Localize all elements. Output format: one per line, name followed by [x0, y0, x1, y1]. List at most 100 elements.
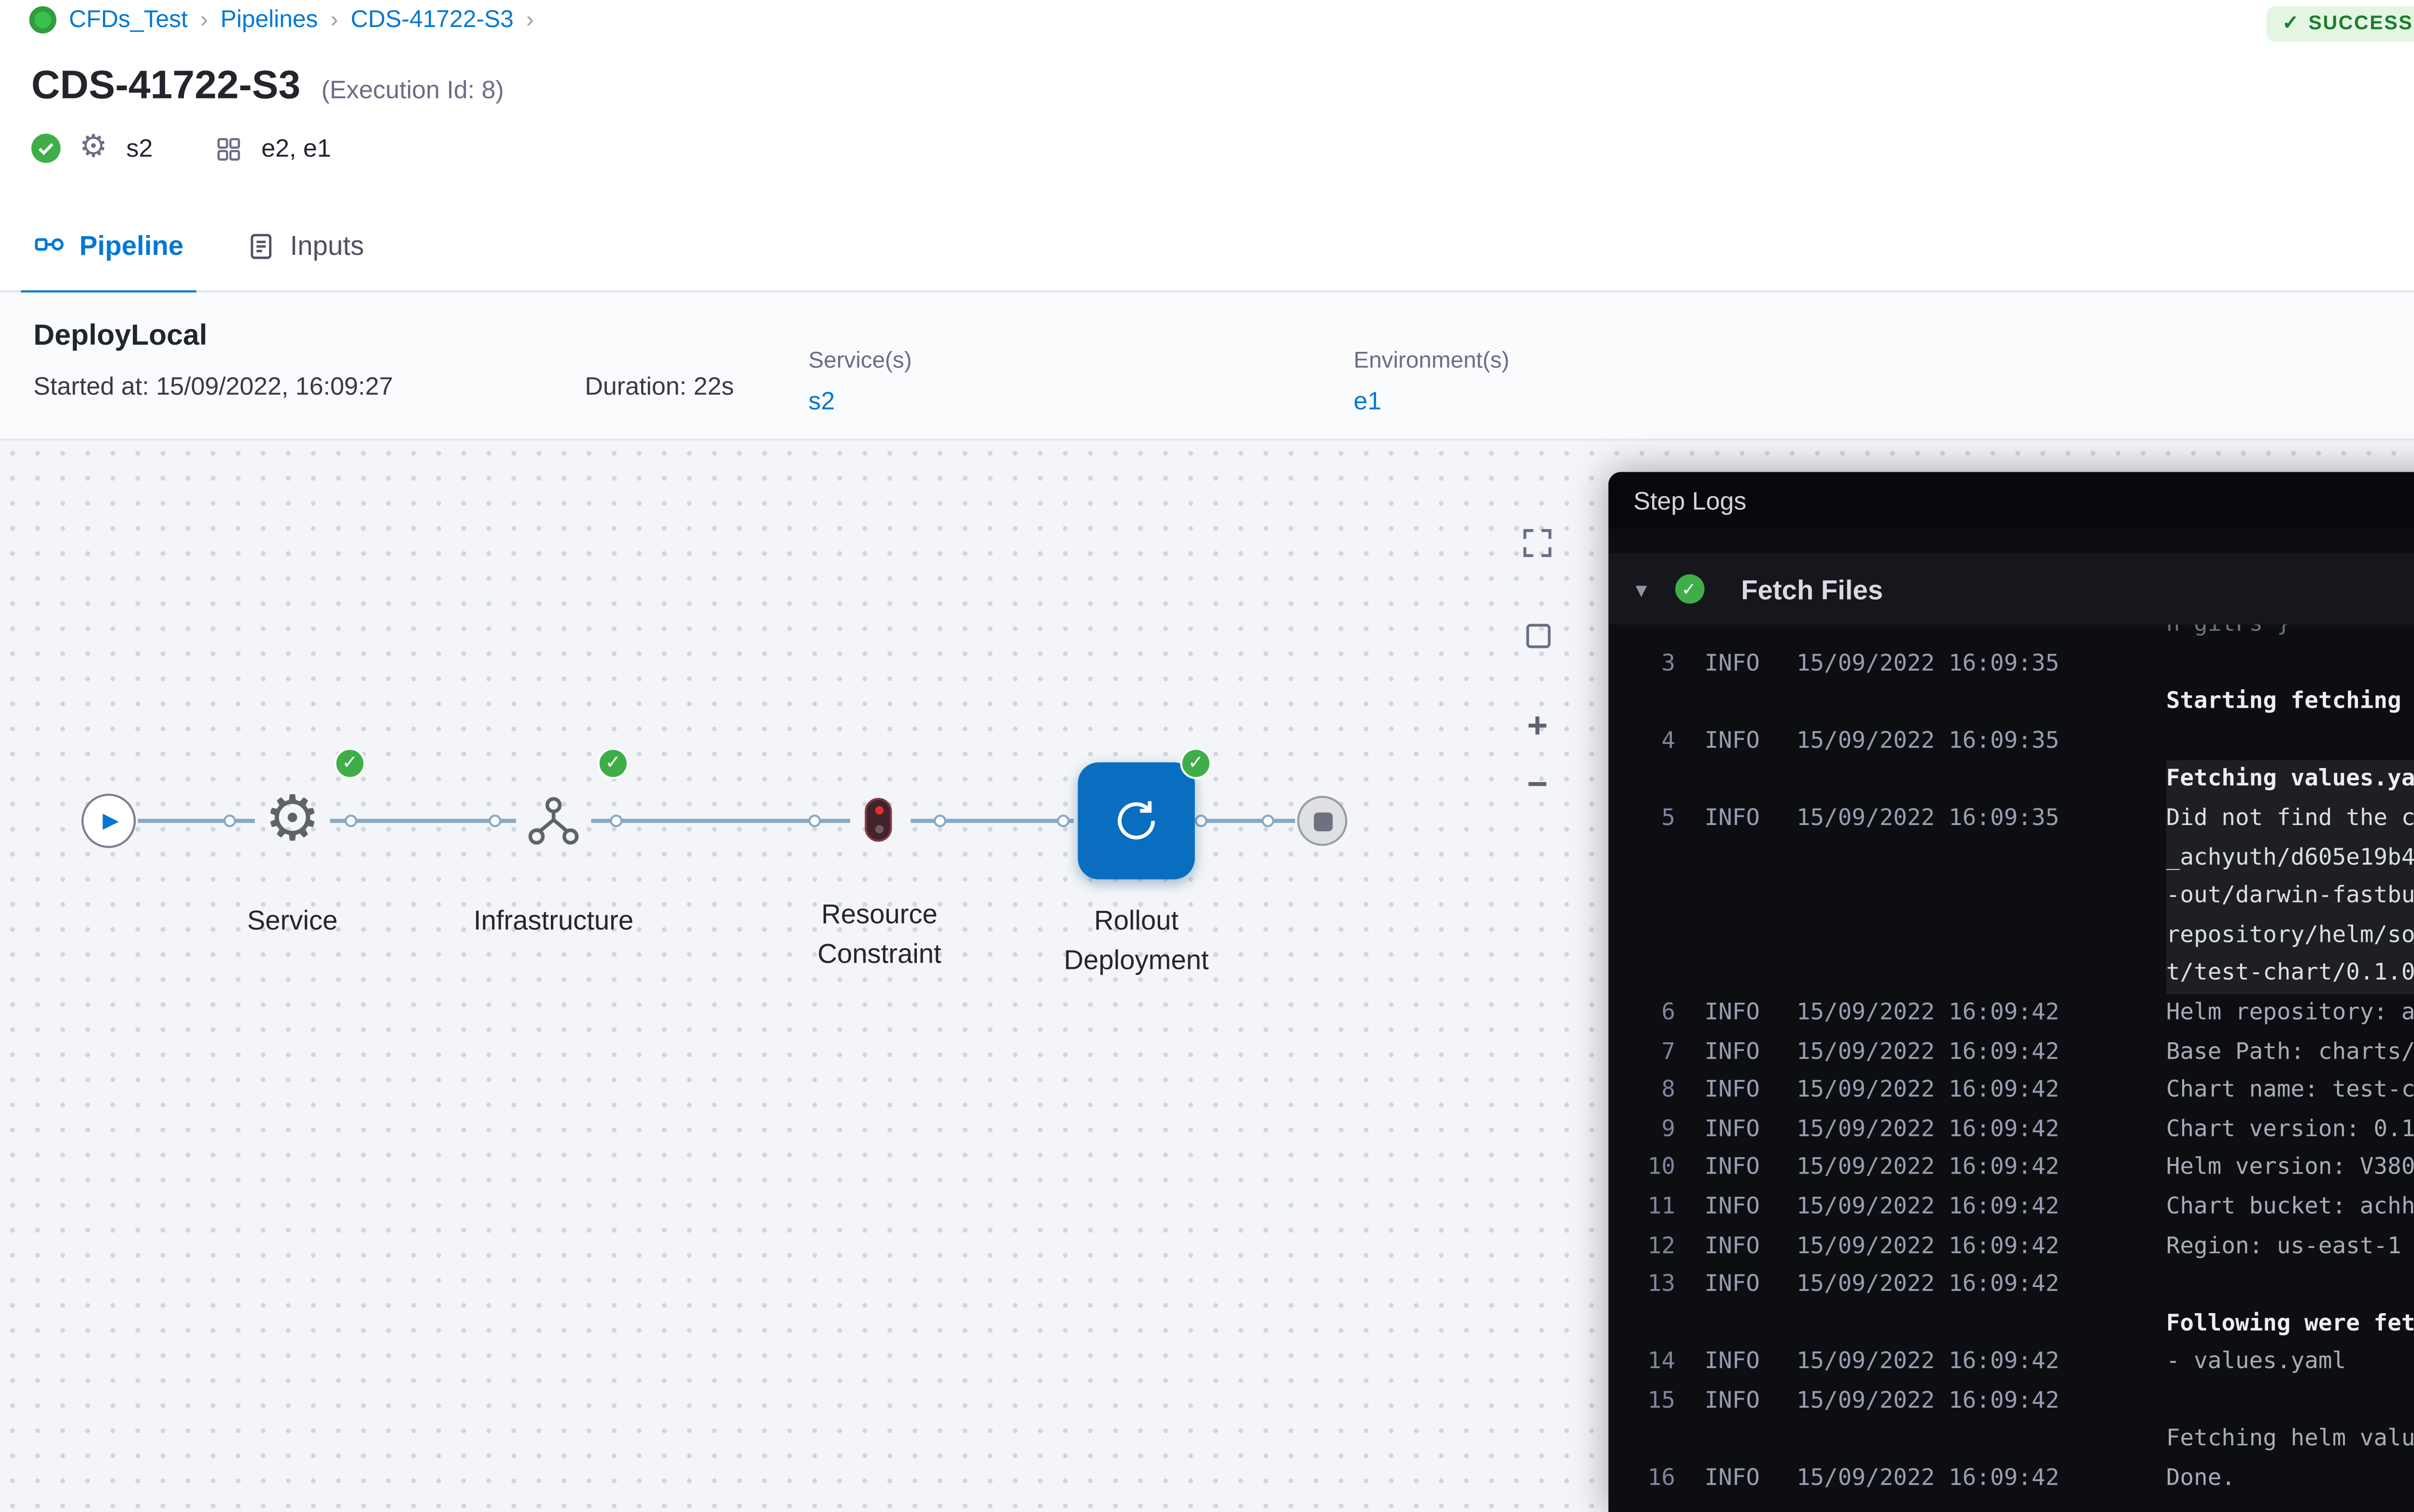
log-row: 7INFO15/09/2022 16:09:42Base Path: chart…	[1608, 1033, 2414, 1072]
breadcrumb: CFDs_Test › Pipelines › CDS-41722-S3 ›	[29, 6, 534, 33]
log-row: Fetching values.yaml from helm chart rep…	[1608, 761, 2414, 799]
step-logs-panel: Step Logs Console View ▾ ✓ Fetch Files ↑	[1608, 472, 2414, 1512]
log-row: 14INFO15/09/2022 16:09:42- values.yaml	[1608, 1344, 2414, 1382]
log-row: repository/helm/source/93602db7-89f2-317…	[1608, 916, 2414, 955]
service-link[interactable]: s2	[808, 386, 835, 416]
page-title: CDS-41722-S3	[31, 65, 300, 111]
log-row: 6INFO15/09/2022 16:09:42Helm repository:…	[1608, 994, 2414, 1033]
step-success-icon: ✓	[1674, 574, 1704, 604]
tab-pipeline[interactable]: Pipeline	[33, 199, 183, 291]
log-row: 15INFO15/09/2022 16:09:42	[1608, 1383, 2414, 1421]
status-text: SUCCESS	[2308, 12, 2413, 35]
chevron-down-icon[interactable]: ▾	[1636, 575, 1647, 602]
title-row: CDS-41722-S3 (Execution Id: 8)	[31, 65, 504, 111]
services-icon: ⚙	[79, 134, 107, 163]
edge-dot	[224, 814, 236, 827]
rollout-success-icon: ✓	[1180, 748, 1211, 779]
edge-dot	[1262, 814, 1274, 827]
play-icon: ▶	[103, 810, 119, 833]
log-row: 10INFO15/09/2022 16:09:42Helm version: V…	[1608, 1149, 2414, 1188]
stage-duration: Duration: 22s	[585, 372, 734, 401]
infrastructure-node[interactable]	[518, 785, 589, 856]
edge-dot	[345, 814, 357, 827]
rollout-deployment-node[interactable]	[1078, 762, 1194, 879]
log-row: Following were fetched successfully :	[1608, 1305, 2414, 1344]
breadcrumb-separator-icon: ›	[331, 7, 338, 32]
tab-pipeline-label: Pipeline	[79, 230, 183, 261]
node-label-infrastructure: Infrastructure	[445, 902, 662, 942]
edge-dot	[934, 814, 946, 827]
start-node[interactable]: ▶	[82, 794, 136, 848]
success-check-icon	[31, 134, 61, 163]
breadcrumb-pipelines[interactable]: Pipelines	[221, 7, 318, 32]
log-row: 12INFO15/09/2022 16:09:42Region: us-east…	[1608, 1227, 2414, 1266]
service-name: s2	[126, 134, 153, 163]
log-row: 11INFO15/09/2022 16:09:42Chart bucket: a…	[1608, 1188, 2414, 1227]
execution-id: (Execution Id: 8)	[322, 75, 504, 105]
app: CFDs_Test › Pipelines › CDS-41722-S3 › ✓…	[0, 0, 2414, 1512]
breadcrumb-pipeline[interactable]: CDS-41722-S3	[351, 7, 513, 32]
project-icon	[29, 6, 56, 33]
log-panel-title: Step Logs	[1633, 486, 1746, 515]
services-label: Service(s)	[808, 349, 912, 374]
edge-dot	[808, 814, 821, 827]
tab-inputs[interactable]: Inputs	[246, 199, 364, 291]
infrastructure-success-icon: ✓	[597, 748, 629, 779]
canvas-reset-view-button[interactable]	[1516, 614, 1558, 656]
stop-icon	[1313, 812, 1332, 830]
node-label-resource-constraint: Resource Constraint	[771, 896, 988, 975]
environment-link[interactable]: e1	[1354, 386, 1382, 416]
step-title: Fetch Files	[1741, 574, 1883, 605]
log-row: Starting fetching Helm values	[1608, 684, 2414, 722]
breadcrumb-project[interactable]: CFDs_Test	[69, 7, 188, 32]
execution-meta: ⚙ s2 e2, e1	[31, 134, 331, 163]
environments-icon	[215, 135, 242, 162]
log-row: -out/darwin-fastbuild/bin/260-delegate/e…	[1608, 878, 2414, 916]
pipeline-icon	[33, 230, 65, 261]
environment-names: e2, e1	[261, 134, 331, 163]
log-row: t/test-chart/0.1.0	[1608, 955, 2414, 994]
service-success-icon: ✓	[334, 748, 365, 779]
resource-constraint-node[interactable]	[865, 798, 892, 842]
status-badge: ✓ SUCCESS	[2265, 5, 2414, 41]
check-icon: ✓	[2282, 12, 2300, 35]
edge	[138, 819, 255, 822]
constraint-dim-dot-icon	[874, 825, 883, 833]
edge	[1199, 819, 1295, 822]
service-node[interactable]: ⚙	[257, 785, 328, 856]
gear-icon: ⚙	[265, 789, 321, 852]
environments-label: Environment(s)	[1354, 349, 1510, 374]
tab-inputs-label: Inputs	[290, 230, 364, 261]
rollout-icon	[1111, 796, 1162, 846]
log-row: Fetching helm values completed successfu…	[1608, 1421, 2414, 1460]
node-label-service: Service	[184, 902, 401, 942]
header-actions: ✓ SUCCESS Start time 15/09/2022 16:09:26…	[2265, 0, 2414, 46]
log-row: 13INFO15/09/2022 16:09:42	[1608, 1266, 2414, 1304]
page-header: CFDs_Test › Pipelines › CDS-41722-S3 › ✓…	[0, 0, 2414, 200]
tab-bar: Pipeline Inputs Console View	[0, 200, 2414, 292]
edge-dot	[610, 814, 622, 827]
log-step-header[interactable]: ▾ ✓ Fetch Files ↑ ↓ 9s	[1608, 554, 2414, 625]
stage-name: DeployLocal	[33, 318, 207, 351]
breadcrumb-separator-icon: ›	[200, 7, 208, 32]
constraint-red-dot-icon	[874, 806, 883, 814]
log-row: 9INFO15/09/2022 16:09:42Chart version: 0…	[1608, 1110, 2414, 1149]
log-row: 5INFO15/09/2022 16:09:35Did not find the…	[1608, 800, 2414, 839]
stage-summary-bar: DeployLocal Started at: 15/09/2022, 16:0…	[0, 293, 2414, 441]
log-row: 16INFO15/09/2022 16:09:42Done.	[1608, 1460, 2414, 1499]
edge-dot	[489, 814, 501, 827]
log-row: 3INFO15/09/2022 16:09:35	[1608, 644, 2414, 683]
edge-dot	[1057, 814, 1069, 827]
log-body[interactable]: n gitFs }3INFO15/09/2022 16:09:35Startin…	[1608, 606, 2414, 1499]
end-node[interactable]	[1297, 796, 1347, 846]
edge-dot	[1195, 814, 1207, 827]
zoom-in-button[interactable]: +	[1516, 706, 1558, 748]
log-row: 8INFO15/09/2022 16:09:42Chart name: test…	[1608, 1072, 2414, 1110]
node-label-rollout-deployment: Rollout Deployment	[1028, 902, 1245, 981]
log-panel-header: Step Logs Console View	[1608, 472, 2414, 529]
edge	[330, 819, 516, 822]
log-row: 4INFO15/09/2022 16:09:35	[1608, 722, 2414, 761]
canvas-fullscreen-button[interactable]	[1516, 522, 1558, 564]
zoom-out-button[interactable]: −	[1516, 765, 1558, 807]
log-row: _achyuth/d605e19b46448ceaacb01fb4c19633a…	[1608, 839, 2414, 877]
